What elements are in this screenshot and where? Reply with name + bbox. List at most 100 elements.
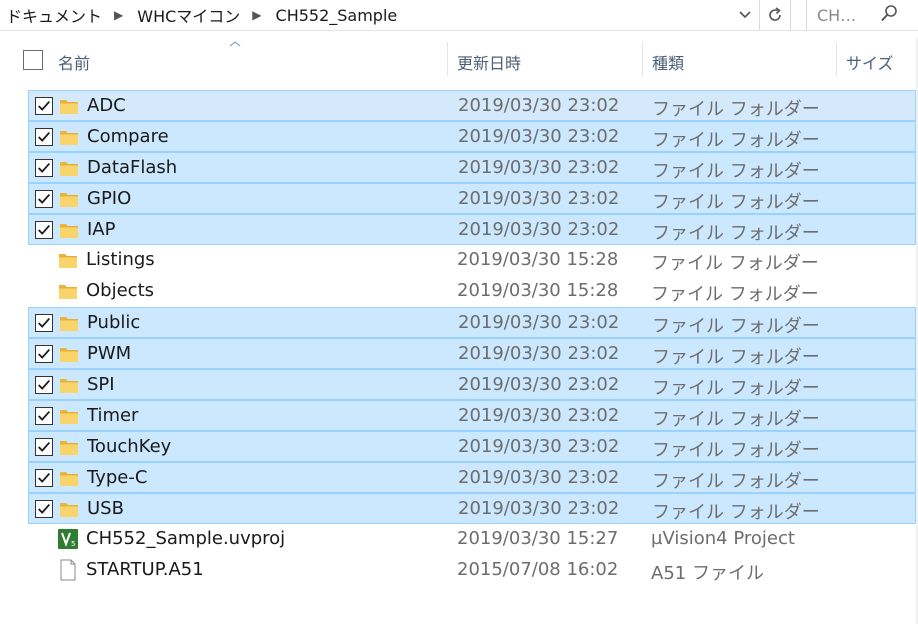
folder-icon (57, 280, 79, 302)
file-name: Public (87, 312, 141, 333)
file-row[interactable]: Listings 2019/03/30 15:28 ファイル フォルダー (28, 245, 916, 276)
file-modified: 2019/03/30 15:28 (457, 249, 619, 270)
file-type: µVision4 Project (651, 528, 795, 549)
file-type: ファイル フォルダー (652, 192, 820, 213)
file-modified: 2019/03/30 15:27 (457, 528, 619, 549)
folder-icon (58, 374, 80, 396)
breadcrumb-separator-icon[interactable]: ▶ (244, 8, 269, 22)
column-header-size[interactable]: サイズ (846, 50, 894, 74)
address-divider (0, 30, 918, 31)
refresh-icon (769, 7, 781, 21)
file-row[interactable]: ADC 2019/03/30 23:02 ファイル フォルダー (28, 90, 916, 121)
breadcrumb-separator-icon[interactable]: ▶ (106, 8, 131, 22)
row-checkbox[interactable] (35, 407, 53, 425)
row-checkbox[interactable] (35, 469, 53, 487)
file-row[interactable]: Compare 2019/03/30 23:02 ファイル フォルダー (28, 121, 916, 152)
file-type: ファイル フォルダー (651, 284, 819, 305)
refresh-button[interactable] (759, 0, 791, 30)
select-all-checkbox[interactable] (23, 50, 43, 70)
uvision-project-icon: 5 (57, 528, 79, 550)
row-checkbox[interactable] (35, 376, 53, 394)
folder-icon (58, 126, 80, 148)
folder-icon (58, 436, 80, 458)
file-type: ファイル フォルダー (652, 161, 820, 182)
file-type: ファイル フォルダー (651, 253, 819, 274)
file-modified: 2019/03/30 23:02 (458, 157, 620, 178)
column-divider[interactable] (836, 42, 837, 76)
column-header-type[interactable]: 種類 (652, 50, 684, 74)
row-checkbox[interactable] (35, 221, 53, 239)
file-row[interactable]: Type-C 2019/03/30 23:02 ファイル フォルダー (28, 462, 916, 493)
file-modified: 2019/03/30 23:02 (458, 343, 620, 364)
file-row[interactable]: IAP 2019/03/30 23:02 ファイル フォルダー (28, 214, 916, 245)
file-type: ファイル フォルダー (652, 130, 820, 151)
file-type: ファイル フォルダー (652, 502, 820, 523)
row-checkbox[interactable] (35, 190, 53, 208)
file-modified: 2019/03/30 23:02 (458, 405, 620, 426)
row-checkbox[interactable] (35, 128, 53, 146)
row-checkbox[interactable] (35, 438, 53, 456)
file-name: STARTUP.A51 (86, 559, 204, 580)
file-name: USB (87, 498, 124, 519)
file-modified: 2015/07/08 16:02 (457, 559, 619, 580)
file-row[interactable]: STARTUP.A51 2015/07/08 16:02 A51 ファイル (28, 555, 916, 586)
row-checkbox[interactable] (35, 314, 53, 332)
folder-icon (57, 249, 79, 271)
folder-icon (58, 467, 80, 489)
file-row[interactable]: GPIO 2019/03/30 23:02 ファイル フォルダー (28, 183, 916, 214)
file-type: ファイル フォルダー (652, 440, 820, 461)
file-row[interactable]: Timer 2019/03/30 23:02 ファイル フォルダー (28, 400, 916, 431)
file-type: A51 ファイル (651, 563, 764, 584)
address-history-dropdown[interactable] (733, 2, 757, 28)
column-divider[interactable] (447, 42, 448, 76)
column-header-name[interactable]: 名前 (58, 50, 90, 74)
file-type: ファイル フォルダー (652, 378, 820, 399)
breadcrumb-item-whc[interactable]: WHCマイコン (131, 3, 244, 27)
file-modified: 2019/03/30 23:02 (458, 498, 620, 519)
file-modified: 2019/03/30 15:28 (457, 280, 619, 301)
breadcrumb-item-documents[interactable]: ドキュメント (0, 3, 106, 27)
row-checkbox[interactable] (35, 159, 53, 177)
file-name: TouchKey (87, 436, 172, 457)
file-name: Timer (87, 405, 139, 426)
file-type: ファイル フォルダー (652, 99, 820, 120)
column-divider[interactable] (642, 42, 643, 76)
search-icon[interactable] (880, 4, 898, 24)
file-modified: 2019/03/30 23:02 (458, 95, 620, 116)
row-checkbox[interactable] (35, 97, 53, 115)
file-type: ファイル フォルダー (652, 347, 820, 368)
folder-icon (58, 343, 80, 365)
file-row[interactable]: SPI 2019/03/30 23:02 ファイル フォルダー (28, 369, 916, 400)
file-row[interactable]: DataFlash 2019/03/30 23:02 ファイル フォルダー (28, 152, 916, 183)
file-type: ファイル フォルダー (652, 316, 820, 337)
file-row[interactable]: Public 2019/03/30 23:02 ファイル フォルダー (28, 307, 916, 338)
file-name: DataFlash (87, 157, 178, 178)
row-checkbox[interactable] (35, 500, 53, 518)
document-icon (57, 559, 79, 581)
file-modified: 2019/03/30 23:02 (458, 374, 620, 395)
folder-icon (58, 95, 80, 117)
file-row[interactable]: TouchKey 2019/03/30 23:02 ファイル フォルダー (28, 431, 916, 462)
file-row[interactable]: 5 CH552_Sample.uvproj 2019/03/30 15:27 µVis… (28, 524, 916, 555)
file-name: Listings (86, 249, 155, 270)
file-modified: 2019/03/30 23:02 (458, 312, 620, 333)
file-name: Compare (87, 126, 169, 147)
file-name: CH552_Sample.uvproj (86, 528, 286, 549)
search-input[interactable]: CH… (806, 0, 912, 30)
file-modified: 2019/03/30 23:02 (458, 188, 620, 209)
breadcrumb-item-current[interactable]: CH552_Sample (270, 6, 402, 25)
file-row[interactable]: USB 2019/03/30 23:02 ファイル フォルダー (28, 493, 916, 524)
file-row[interactable]: PWM 2019/03/30 23:02 ファイル フォルダー (28, 338, 916, 369)
folder-icon (58, 157, 80, 179)
file-row[interactable]: Objects 2019/03/30 15:28 ファイル フォルダー (28, 276, 916, 307)
column-header-modified[interactable]: 更新日時 (457, 50, 521, 74)
breadcrumb: ドキュメント ▶ WHCマイコン ▶ CH552_Sample (0, 0, 760, 30)
folder-icon (58, 498, 80, 520)
file-name: GPIO (87, 188, 132, 209)
search-placeholder: CH… (817, 5, 857, 25)
chevron-down-icon (739, 11, 751, 19)
file-modified: 2019/03/30 23:02 (458, 126, 620, 147)
row-checkbox[interactable] (35, 345, 53, 363)
file-name: ADC (87, 95, 126, 116)
file-name: IAP (87, 219, 116, 240)
